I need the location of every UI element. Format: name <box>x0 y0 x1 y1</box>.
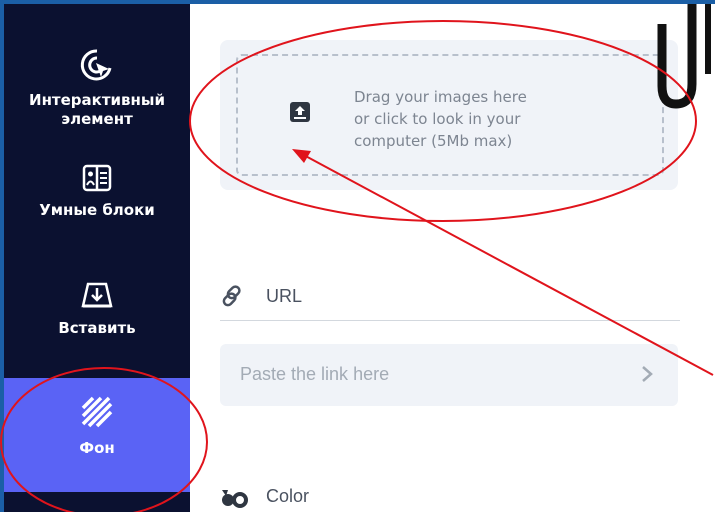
link-icon <box>220 284 244 313</box>
color-icon <box>220 488 248 513</box>
sidebar-item-label: Интерактивный элемент <box>29 91 165 128</box>
upload-icon <box>288 100 312 129</box>
url-label: URL <box>266 286 303 306</box>
sidebar: Интерактивный элемент Умные блоки Встави… <box>4 4 190 512</box>
smart-blocks-icon <box>4 164 190 197</box>
dropzone-instructions: Drag your images here or click to look i… <box>354 88 527 150</box>
sidebar-item-insert[interactable]: Вставить <box>4 280 190 338</box>
dropzone-dashed-border: Drag your images here or click to look i… <box>236 54 664 176</box>
sidebar-item-label: Вставить <box>58 319 136 337</box>
background-stripes-icon <box>4 394 190 435</box>
sidebar-item-interactive-element[interactable]: Интерактивный элемент <box>4 48 190 129</box>
chevron-right-icon[interactable] <box>640 364 654 389</box>
sidebar-item-label: Умные блоки <box>39 201 155 219</box>
url-section-header: URL <box>220 280 680 321</box>
sidebar-item-background[interactable]: Фон <box>4 378 190 492</box>
paste-link-placeholder: Paste the link here <box>240 364 390 384</box>
background-settings-panel: Drag your images here or click to look i… <box>190 4 715 512</box>
color-label: Color <box>266 486 310 506</box>
insert-icon <box>4 280 190 315</box>
sidebar-item-label: Фон <box>79 439 115 457</box>
paperclip-icon <box>652 4 715 119</box>
paste-link-input[interactable]: Paste the link here <box>220 344 678 406</box>
cursor-click-icon <box>4 48 190 87</box>
image-upload-dropzone[interactable]: Drag your images here or click to look i… <box>220 40 678 190</box>
sidebar-item-smart-blocks[interactable]: Умные блоки <box>4 164 190 220</box>
